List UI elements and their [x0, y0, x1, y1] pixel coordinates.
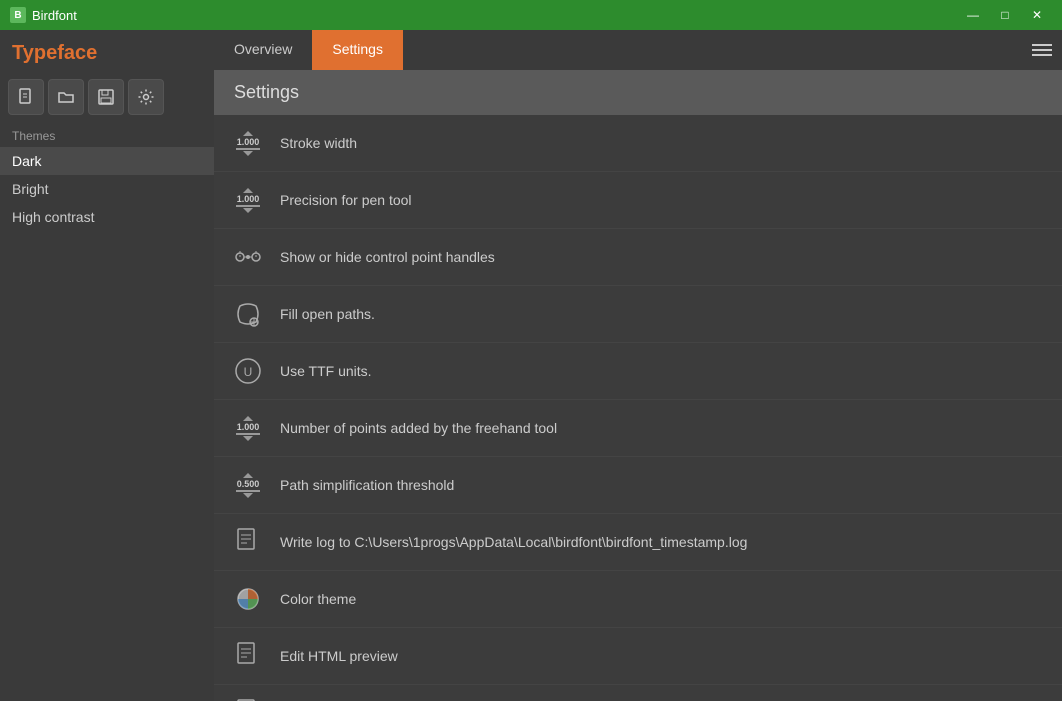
control-handles-label: Show or hide control point handles	[280, 249, 495, 265]
open-file-icon	[57, 88, 75, 106]
close-button[interactable]: ✕	[1022, 4, 1052, 26]
edit-html-label: Edit HTML preview	[280, 648, 398, 664]
edit-charset-icon	[230, 695, 266, 701]
page-header: Settings	[214, 70, 1062, 115]
svg-text:U: U	[244, 365, 253, 379]
setting-precision-pen[interactable]: 1.000 Precision for pen tool	[214, 172, 1062, 229]
setting-edit-html[interactable]: Edit HTML preview	[214, 628, 1062, 685]
sidebar-item-dark[interactable]: Dark	[0, 147, 214, 175]
hamburger-menu-icon[interactable]	[1022, 30, 1062, 70]
setting-path-simplification[interactable]: 0.500 Path simplification threshold	[214, 457, 1062, 514]
control-handles-icon	[230, 239, 266, 275]
precision-pen-icon: 1.000	[230, 182, 266, 218]
path-simplification-icon: 0.500	[230, 467, 266, 503]
sidebar-item-high-contrast[interactable]: High contrast	[0, 203, 214, 231]
freehand-points-icon: 1.000	[230, 410, 266, 446]
settings-tool[interactable]	[128, 79, 164, 115]
precision-pen-label: Precision for pen tool	[280, 192, 412, 208]
sidebar-toolbar	[0, 73, 214, 121]
new-file-tool[interactable]	[8, 79, 44, 115]
setting-write-log[interactable]: Write log to C:\Users\1progs\AppData\Loc…	[214, 514, 1062, 571]
write-log-label: Write log to C:\Users\1progs\AppData\Loc…	[280, 534, 747, 550]
open-file-tool[interactable]	[48, 79, 84, 115]
freehand-points-label: Number of points added by the freehand t…	[280, 420, 557, 436]
themes-label: Themes	[0, 121, 214, 147]
sidebar: Typeface	[0, 30, 214, 701]
stroke-width-icon: 1.000	[230, 125, 266, 161]
setting-edit-charset[interactable]: Edit character set	[214, 685, 1062, 701]
stroke-width-label: Stroke width	[280, 135, 357, 151]
tab-settings[interactable]: Settings	[312, 30, 403, 70]
settings-list: 1.000 Stroke width 1.000	[214, 115, 1062, 701]
setting-color-theme[interactable]: Color theme	[214, 571, 1062, 628]
setting-freehand-points[interactable]: 1.000 Number of points added by the free…	[214, 400, 1062, 457]
fill-paths-icon	[230, 296, 266, 332]
titlebar: B Birdfont — □ ✕	[0, 0, 1062, 30]
setting-fill-paths[interactable]: Fill open paths.	[214, 286, 1062, 343]
ttf-units-label: Use TTF units.	[280, 363, 372, 379]
page-title: Settings	[234, 82, 299, 102]
path-simplification-label: Path simplification threshold	[280, 477, 454, 493]
minimize-button[interactable]: —	[958, 4, 988, 26]
sidebar-item-bright[interactable]: Bright	[0, 175, 214, 203]
app-title: Birdfont	[32, 8, 77, 23]
edit-html-icon	[230, 638, 266, 674]
new-file-icon	[17, 88, 35, 106]
color-theme-label: Color theme	[280, 591, 356, 607]
write-log-icon	[230, 524, 266, 560]
titlebar-controls: — □ ✕	[958, 4, 1052, 26]
sidebar-title: Typeface	[0, 30, 214, 73]
setting-control-handles[interactable]: Show or hide control point handles	[214, 229, 1062, 286]
save-file-icon	[97, 88, 115, 106]
tab-overview[interactable]: Overview	[214, 30, 312, 70]
titlebar-left: B Birdfont	[10, 7, 77, 23]
save-file-tool[interactable]	[88, 79, 124, 115]
app-icon: B	[10, 7, 26, 23]
main-layout: Typeface	[0, 30, 1062, 701]
setting-stroke-width[interactable]: 1.000 Stroke width	[214, 115, 1062, 172]
content-area: Overview Settings Settings	[214, 30, 1062, 701]
color-theme-icon	[230, 581, 266, 617]
maximize-button[interactable]: □	[990, 4, 1020, 26]
setting-ttf-units[interactable]: U Use TTF units.	[214, 343, 1062, 400]
ttf-units-icon: U	[230, 353, 266, 389]
settings-icon	[137, 88, 155, 106]
fill-paths-label: Fill open paths.	[280, 306, 375, 322]
tab-bar: Overview Settings	[214, 30, 1062, 70]
